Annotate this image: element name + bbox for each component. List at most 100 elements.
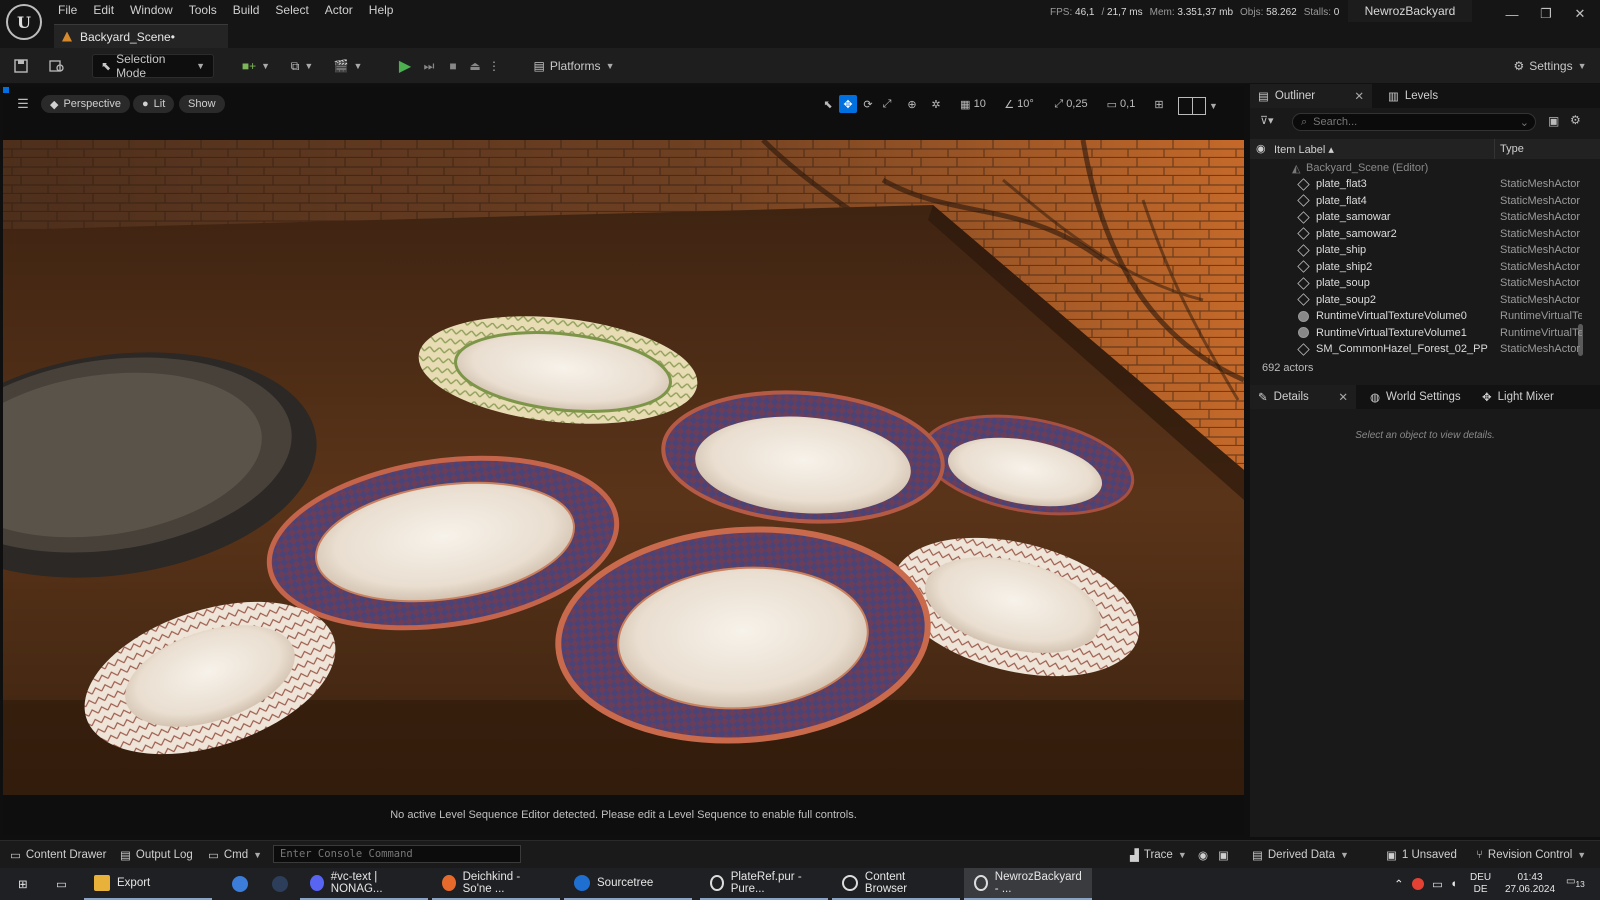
outliner-row[interactable]: RuntimeVirtualTextureVolume1 RuntimeVirtu… [1250, 325, 1582, 342]
menu-build[interactable]: Build [225, 0, 268, 22]
col-item-label[interactable]: Item Label ▴ [1274, 143, 1334, 156]
taskbar-steam[interactable] [262, 868, 298, 900]
col-type[interactable]: Type [1500, 143, 1524, 155]
filter-icon[interactable]: ⊽▾ [1260, 114, 1274, 127]
tab-levels[interactable]: ▥ Levels [1380, 84, 1446, 108]
outliner-row[interactable]: plate_soup2 StaticMeshActor [1250, 292, 1580, 309]
tab-world-settings[interactable]: ◍ World Settings [1362, 385, 1469, 409]
tab-outliner[interactable]: ▤ Outliner ✕ [1250, 84, 1372, 108]
taskbar-app-icon[interactable] [222, 868, 258, 900]
stop-icon[interactable]: ■ [444, 54, 462, 78]
unreal-logo-icon[interactable]: U [6, 4, 42, 40]
more-options-icon[interactable]: ⋮ [488, 54, 500, 78]
cmd-button[interactable]: ▭ Cmd ▼ [208, 847, 262, 863]
browse-icon[interactable] [46, 54, 68, 78]
screenshot-icon[interactable]: ▣ [1218, 847, 1229, 863]
outliner-row[interactable]: SM_CommonHazel_Forest_02_PP StaticMeshAct… [1250, 341, 1580, 358]
maximize-viewport-icon[interactable]: ⊞ [1151, 95, 1167, 113]
clock[interactable]: 01:43 27.06.2024 [1500, 872, 1560, 896]
perspective-button[interactable]: ◆ Perspective [41, 95, 130, 113]
eye-icon[interactable]: ◉ [1256, 142, 1266, 155]
scale-tool-icon[interactable]: ⤢ [879, 95, 895, 113]
console-input[interactable]: Enter Console Command [273, 845, 521, 863]
add-actor-button[interactable]: ■+ ▼ [238, 54, 274, 78]
tray-chevron-icon[interactable]: ⌃ [1390, 868, 1408, 900]
rotation-snap-button[interactable]: ∠ 10° [999, 95, 1039, 113]
blueprint-button[interactable]: ⧉ ▼ [284, 54, 320, 78]
layout-button[interactable]: ▼ [1173, 97, 1223, 115]
revision-control-button[interactable]: ⑂ Revision Control ▼ [1476, 847, 1586, 863]
restore-icon[interactable]: ❐ [1530, 2, 1562, 26]
outliner-row[interactable]: plate_ship StaticMeshActor [1250, 242, 1580, 259]
scene-render[interactable] [3, 140, 1244, 795]
menu-edit[interactable]: Edit [85, 0, 122, 22]
taskbar-sourcetree[interactable]: Sourcetree [564, 868, 692, 900]
camera-speed-button[interactable]: ▭ 0,1 [1101, 95, 1141, 113]
close-window-icon[interactable]: ✕ [1564, 2, 1596, 26]
outliner-row[interactable]: plate_samowar StaticMeshActor [1250, 209, 1580, 226]
show-button[interactable]: Show [179, 95, 225, 113]
select-tool-icon[interactable]: ⬉ [820, 95, 836, 113]
tray-volume-icon[interactable]: ◖ [1446, 868, 1461, 900]
scale-snap-button[interactable]: ⤢ 0,25 [1049, 95, 1093, 113]
tab-light-mixer[interactable]: ✥ Light Mixer [1474, 385, 1562, 409]
add-folder-icon[interactable]: ▣ [1548, 114, 1559, 128]
outliner-row[interactable]: plate_flat3 StaticMeshActor [1250, 176, 1580, 193]
perspective-label: Perspective [63, 98, 121, 110]
minimize-icon[interactable]: — [1496, 2, 1528, 26]
gear-icon[interactable]: ⚙ [1570, 113, 1581, 127]
close-tab-icon[interactable]: ✕ [1354, 89, 1364, 103]
platforms-button[interactable]: ▤ Platforms ▼ [534, 54, 615, 78]
start-icon[interactable]: ⊞ [8, 868, 38, 900]
surface-snap-icon[interactable]: ✲ [927, 95, 945, 113]
outliner-row[interactable]: plate_ship2 StaticMeshActor [1250, 259, 1580, 276]
language-indicator[interactable]: DEU DE [1470, 872, 1491, 896]
outliner-row[interactable]: RuntimeVirtualTextureVolume0 RuntimeVirtu… [1250, 308, 1582, 325]
tab-details[interactable]: ✎ Details ✕ [1250, 385, 1356, 409]
menu-tools[interactable]: Tools [181, 0, 225, 22]
save-icon[interactable] [10, 54, 32, 78]
taskbar-explorer[interactable]: Export [84, 868, 212, 900]
rotate-tool-icon[interactable]: ⟳ [860, 95, 876, 113]
close-tab-icon[interactable]: ✕ [1338, 390, 1348, 404]
unsaved-button[interactable]: ▣ 1 Unsaved [1386, 847, 1457, 863]
settings-button[interactable]: ⚙ Settings ▼ [1510, 54, 1590, 78]
derived-data-button[interactable]: ▤ Derived Data ▼ [1252, 847, 1349, 863]
step-icon[interactable]: ⏭ [420, 54, 438, 78]
task-view-icon[interactable]: ▭ [46, 868, 77, 900]
outliner-row[interactable]: plate_soup StaticMeshActor [1250, 275, 1580, 292]
notifications-icon[interactable]: ▭13 [1566, 876, 1585, 889]
eject-icon[interactable]: ⏏ [466, 54, 484, 78]
grid-snap-button[interactable]: ▦ 10 [953, 95, 993, 113]
selection-mode-button[interactable]: ⬉ Selection Mode ▼ [92, 52, 214, 80]
taskbar-firefox[interactable]: Deichkind - So'ne ... [432, 868, 560, 900]
taskbar-discord[interactable]: #vc-text | NONAG... [300, 868, 428, 900]
content-drawer-button[interactable]: ▭ Content Drawer [10, 847, 106, 863]
taskbar-newroz[interactable]: NewrozBackyard - ... [964, 868, 1092, 900]
menu-file[interactable]: File [50, 0, 85, 22]
taskbar-pureref[interactable]: PlateRef.pur - Pure... [700, 868, 828, 900]
outliner-search[interactable]: ⌕ Search... ⌄ [1292, 113, 1536, 131]
outliner-row[interactable]: plate_flat4 StaticMeshActor [1250, 193, 1580, 210]
world-space-icon[interactable]: ⊕ [903, 95, 921, 113]
level-viewport[interactable]: ☰ ◆ Perspective ● Lit Show ⬉ ✥ ⟳ ⤢ ⊕ ✲ ▦… [3, 87, 1244, 835]
menu-window[interactable]: Window [122, 0, 181, 22]
outliner-row[interactable]: plate_samowar2 StaticMeshActor [1250, 226, 1580, 243]
tray-network-icon[interactable]: ▭ [1428, 868, 1447, 900]
menu-actor[interactable]: Actor [317, 0, 361, 22]
outliner-root[interactable]: ◭ Backyard_Scene (Editor) [1250, 160, 1580, 177]
trace-button[interactable]: ▟ Trace ▼ [1130, 847, 1187, 863]
branch-icon: ⑂ [1476, 849, 1483, 861]
cinematics-button[interactable]: 🎬 ▼ [330, 54, 366, 78]
play-icon[interactable]: ▶ [396, 54, 414, 78]
record-icon[interactable]: ◉ [1198, 847, 1208, 863]
translate-tool-icon[interactable]: ✥ [839, 95, 857, 113]
tray-chrome-icon[interactable] [1408, 868, 1428, 900]
menu-select[interactable]: Select [267, 0, 316, 22]
lit-button[interactable]: ● Lit [133, 95, 175, 113]
tab-backyard-scene[interactable]: Backyard_Scene• [54, 24, 228, 48]
hamburger-menu-icon[interactable]: ☰ [13, 95, 33, 113]
output-log-button[interactable]: ▤ Output Log [120, 847, 193, 863]
menu-help[interactable]: Help [361, 0, 402, 22]
taskbar-content-browser[interactable]: Content Browser [832, 868, 960, 900]
